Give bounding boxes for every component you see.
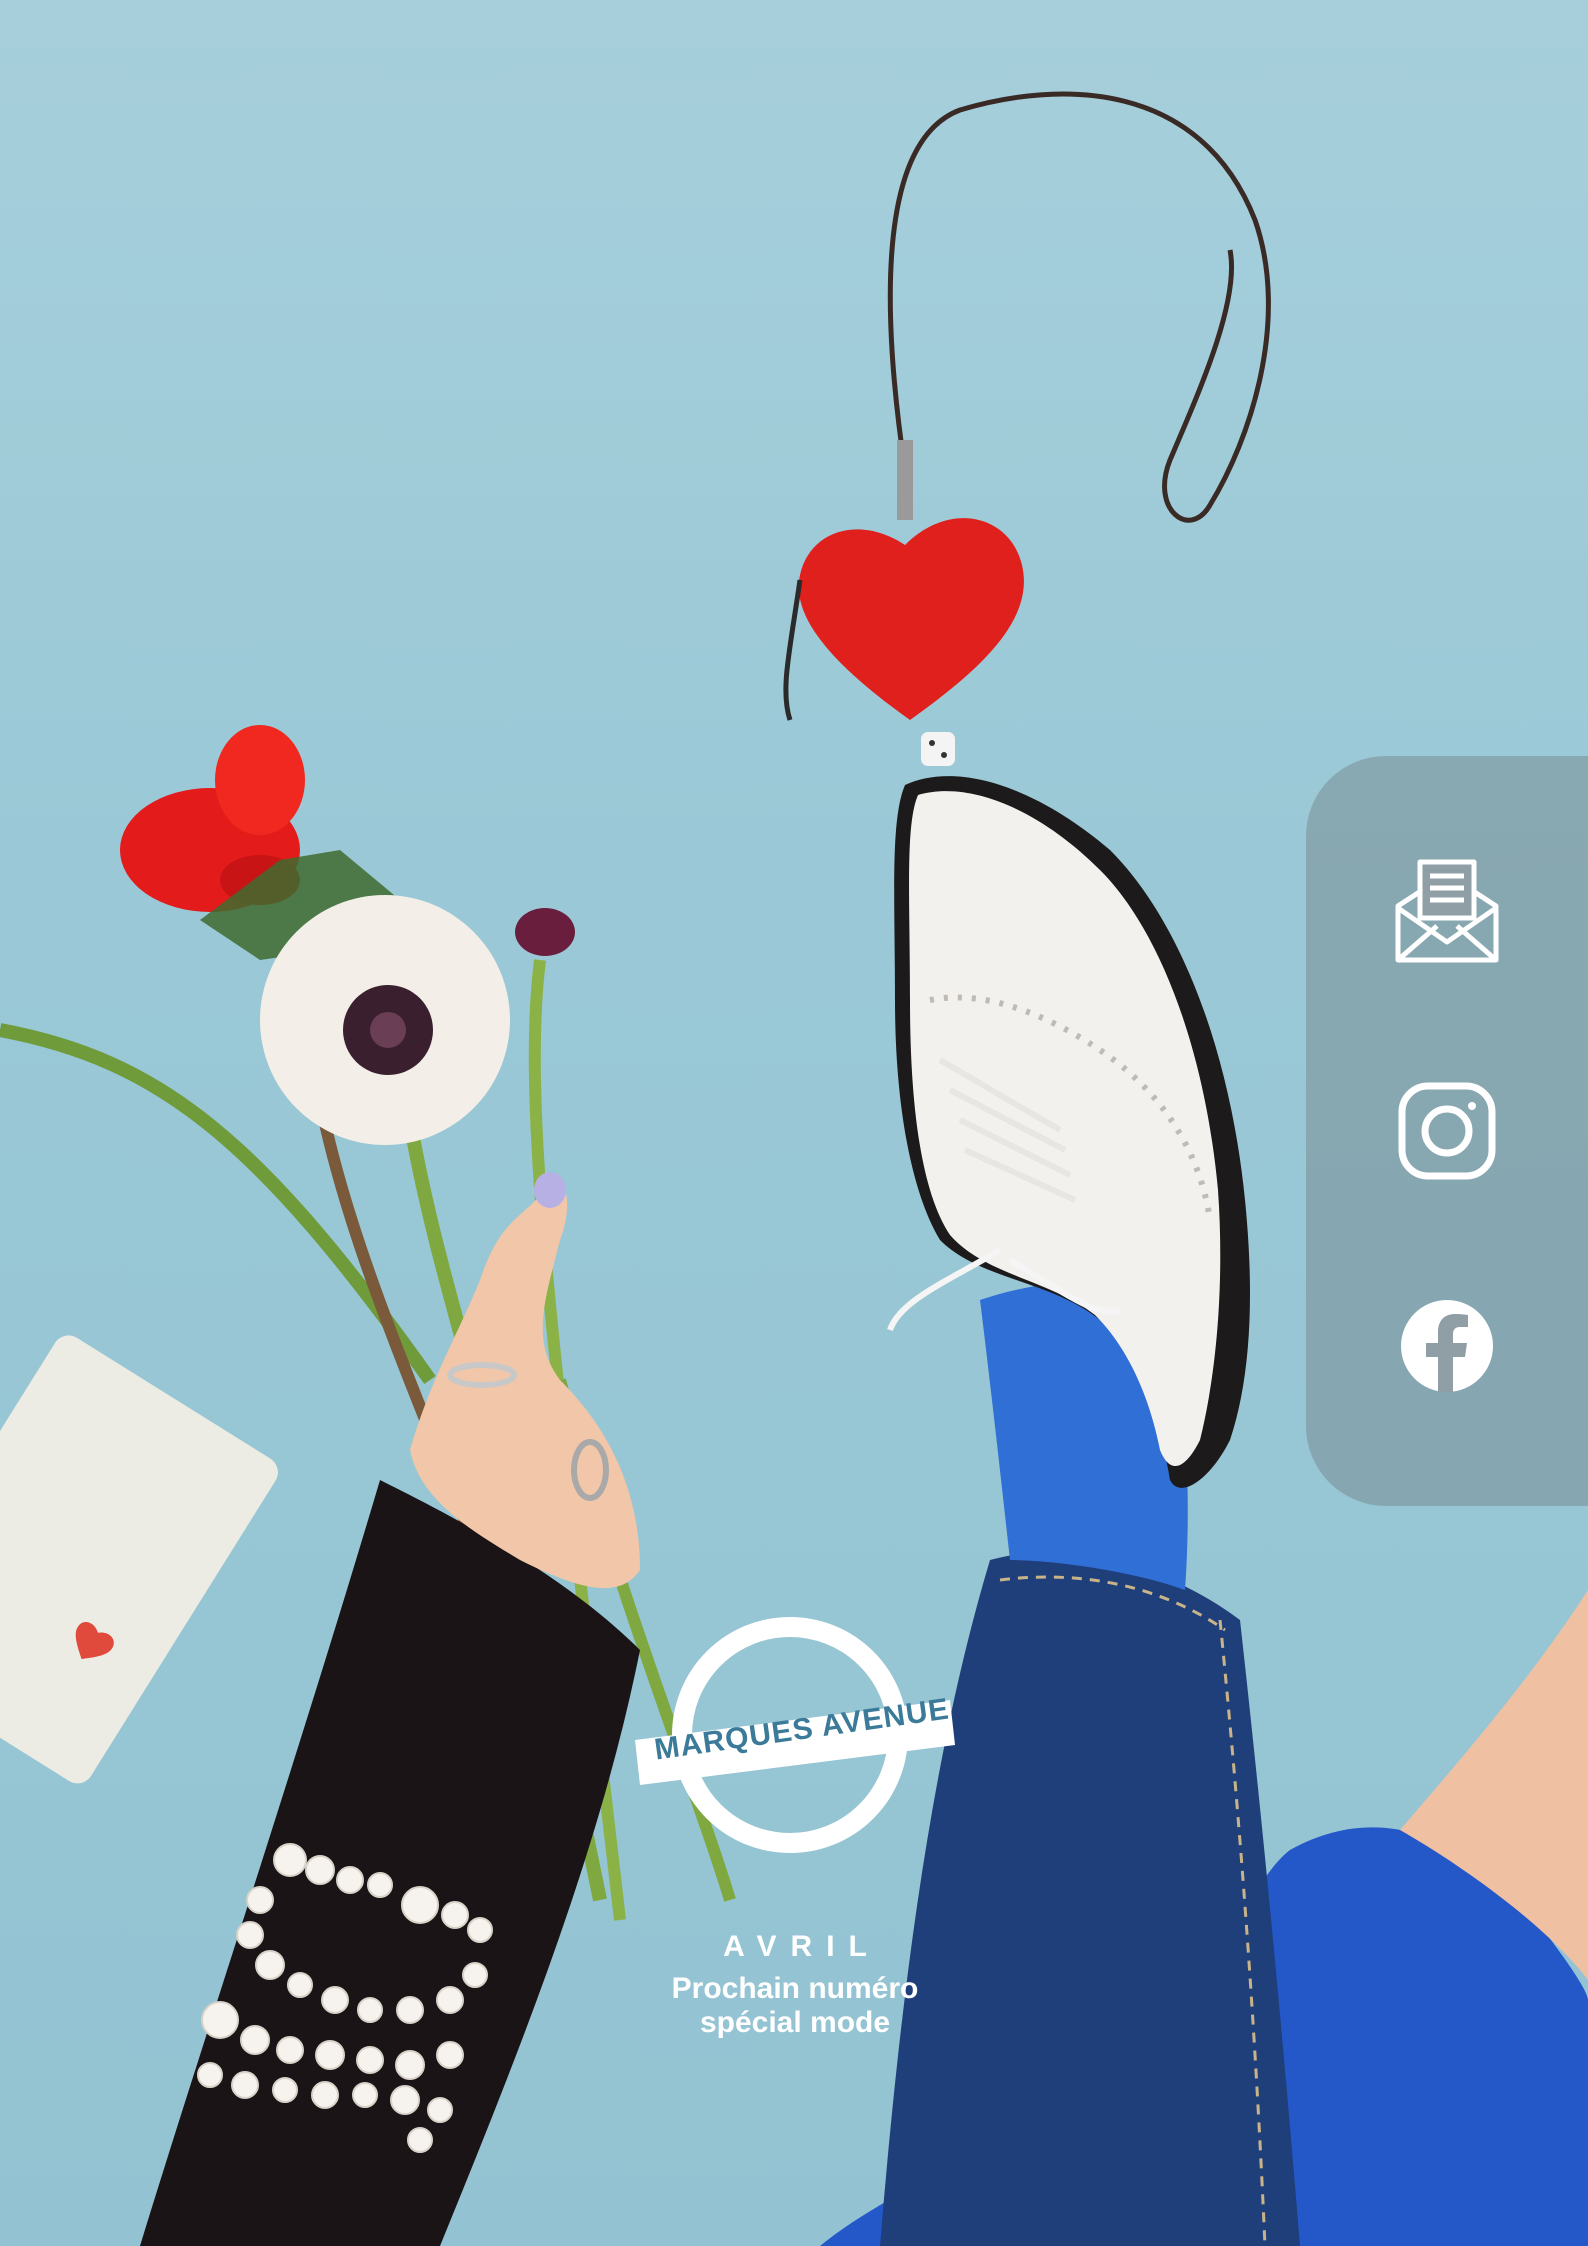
instagram-button[interactable]: [1382, 1066, 1512, 1196]
newsletter-button[interactable]: [1382, 846, 1512, 976]
announcement-line-2: spécial mode: [699, 2006, 891, 2039]
announcement: AVRIL Prochain numéro spécial mode: [560, 1930, 1030, 2040]
playing-card: [0, 1335, 278, 1784]
bag-strap: [887, 91, 1271, 523]
facebook-icon: [1401, 1300, 1493, 1392]
fashion-magazine-page: MARQUES AVENUE AVRIL Prochain numéro spé…: [0, 0, 1588, 2246]
social-panel: [1306, 756, 1588, 1506]
heart-bag: [798, 518, 1024, 720]
instagram-icon: [1398, 1082, 1496, 1180]
white-anemone: [260, 895, 510, 1145]
announcement-line-1: Prochain numéro: [671, 1972, 919, 2005]
jeans: [880, 1552, 1300, 2246]
envelope-newsletter-icon: [1395, 859, 1499, 963]
facebook-button[interactable]: [1382, 1281, 1512, 1411]
announcement-month: AVRIL: [723, 1930, 881, 1963]
black-sleeve: [140, 1480, 640, 2246]
